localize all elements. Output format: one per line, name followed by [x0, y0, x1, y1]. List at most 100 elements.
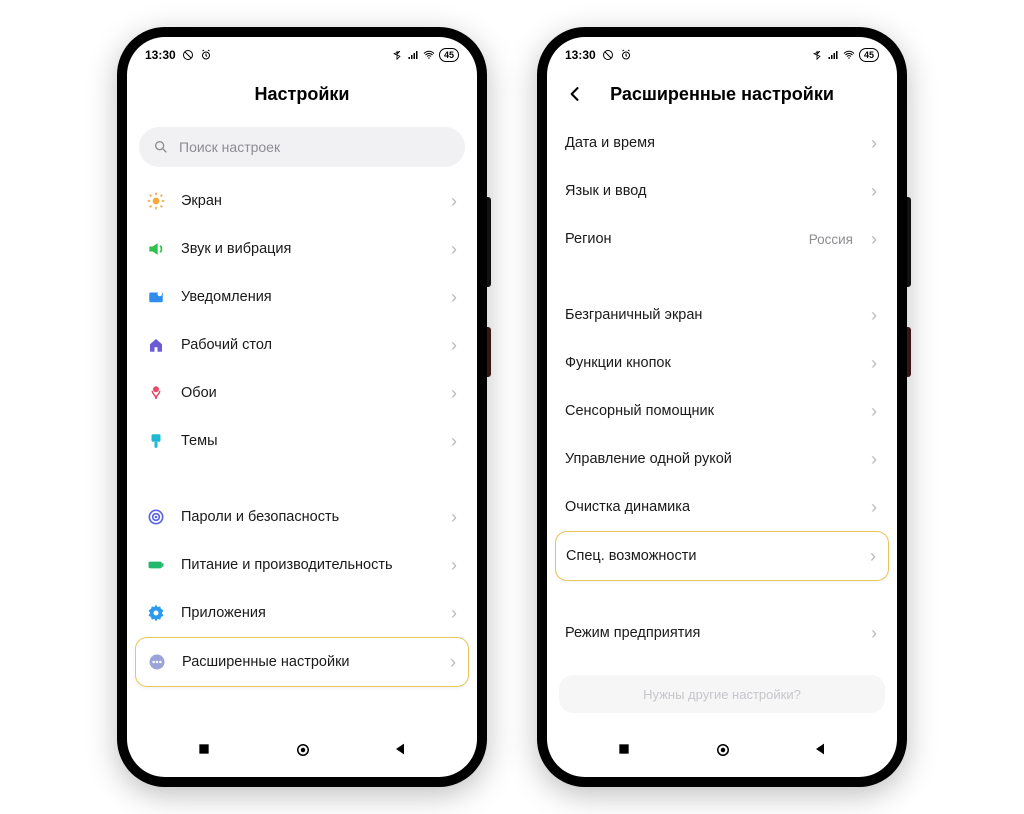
folder-icon — [145, 286, 167, 308]
row-label: Приложения — [181, 605, 437, 621]
search-placeholder: Поиск настроек — [179, 139, 280, 155]
status-right: 45 — [811, 48, 879, 62]
row-date[interactable]: Дата и время › — [555, 119, 889, 167]
content-right: Дата и время › Язык и ввод › Регион Росс… — [547, 119, 897, 727]
section-gap — [135, 465, 469, 493]
nav-recent[interactable] — [616, 741, 632, 757]
stage: 13:30 — [0, 0, 1024, 814]
row-label: Дата и время — [565, 135, 857, 151]
row-fullscreen[interactable]: Безграничный экран › — [555, 291, 889, 339]
nav-bar — [547, 727, 897, 777]
chevron-right-icon: › — [871, 354, 877, 372]
row-label: Пароли и безопасность — [181, 509, 437, 525]
chevron-right-icon: › — [451, 336, 457, 354]
page-title: Настройки — [255, 84, 350, 105]
screen-left: 13:30 — [127, 37, 477, 777]
bluetooth-icon — [391, 49, 403, 61]
fingerprint-icon — [145, 506, 167, 528]
volume-button[interactable] — [907, 197, 911, 287]
brush-icon — [145, 430, 167, 452]
signal-icon — [827, 49, 839, 61]
chevron-right-icon: › — [871, 402, 877, 420]
header: Настройки — [127, 69, 477, 119]
row-notifications[interactable]: Уведомления › — [135, 273, 469, 321]
row-buttons[interactable]: Функции кнопок › — [555, 339, 889, 387]
speaker-icon — [145, 238, 167, 260]
dots-icon — [146, 651, 168, 673]
status-time: 13:30 — [145, 48, 176, 62]
more-settings-hint[interactable]: Нужны другие настройки? — [559, 675, 885, 713]
chevron-right-icon: › — [871, 450, 877, 468]
power-button[interactable] — [487, 327, 491, 377]
volume-button[interactable] — [487, 197, 491, 287]
row-apps[interactable]: Приложения › — [135, 589, 469, 637]
header: Расширенные настройки — [547, 69, 897, 119]
phone-left: 13:30 — [117, 27, 487, 787]
row-desktop[interactable]: Рабочий стол › — [135, 321, 469, 369]
row-sound[interactable]: Звук и вибрация › — [135, 225, 469, 273]
status-left: 13:30 — [145, 48, 212, 62]
row-advanced[interactable]: Расширенные настройки › — [135, 637, 469, 687]
row-label: Рабочий стол — [181, 337, 437, 353]
row-label: Функции кнопок — [565, 355, 857, 371]
row-region[interactable]: Регион Россия › — [555, 215, 889, 263]
gear-icon — [145, 602, 167, 624]
status-left: 13:30 — [565, 48, 632, 62]
content-left: Поиск настроек Экран › Звук и вибрация › — [127, 119, 477, 727]
page-title: Расширенные настройки — [610, 84, 834, 105]
row-label: Безграничный экран — [565, 307, 857, 323]
row-label: Темы — [181, 433, 437, 449]
nav-home[interactable] — [294, 741, 310, 757]
row-value: Россия — [809, 232, 853, 247]
row-wallpaper[interactable]: Обои › — [135, 369, 469, 417]
section-gap — [555, 263, 889, 291]
chevron-right-icon: › — [871, 182, 877, 200]
chevron-right-icon: › — [451, 384, 457, 402]
nav-back[interactable] — [392, 741, 408, 757]
status-time: 13:30 — [565, 48, 596, 62]
search-box[interactable]: Поиск настроек — [139, 127, 465, 167]
row-label: Расширенные настройки — [182, 654, 436, 670]
row-label: Регион — [565, 231, 795, 247]
chevron-right-icon: › — [871, 306, 877, 324]
row-label: Спец. возможности — [566, 548, 856, 564]
chevron-right-icon: › — [871, 230, 877, 248]
sun-icon — [145, 190, 167, 212]
row-onehand[interactable]: Управление одной рукой › — [555, 435, 889, 483]
row-label: Экран — [181, 193, 437, 209]
chevron-right-icon: › — [871, 498, 877, 516]
battery-icon — [145, 554, 167, 576]
chevron-right-icon: › — [451, 240, 457, 258]
nav-recent[interactable] — [196, 741, 212, 757]
nav-home[interactable] — [714, 741, 730, 757]
chevron-right-icon: › — [871, 624, 877, 642]
row-label: Обои — [181, 385, 437, 401]
screen-right: 13:30 — [547, 37, 897, 777]
row-label: Очистка динамика — [565, 499, 857, 515]
row-speaker-clean[interactable]: Очистка динамика › — [555, 483, 889, 531]
nav-back[interactable] — [812, 741, 828, 757]
row-touch-assist[interactable]: Сенсорный помощник › — [555, 387, 889, 435]
row-enterprise[interactable]: Режим предприятия › — [555, 609, 889, 657]
row-lang[interactable]: Язык и ввод › — [555, 167, 889, 215]
row-label: Звук и вибрация — [181, 241, 437, 257]
flower-icon — [145, 382, 167, 404]
signal-icon — [407, 49, 419, 61]
home-icon — [145, 334, 167, 356]
row-power[interactable]: Питание и производительность › — [135, 541, 469, 589]
row-screen[interactable]: Экран › — [135, 177, 469, 225]
wifi-icon — [843, 49, 855, 61]
wifi-icon — [423, 49, 435, 61]
row-label: Уведомления — [181, 289, 437, 305]
power-button[interactable] — [907, 327, 911, 377]
chevron-right-icon: › — [451, 288, 457, 306]
alarm-icon — [620, 49, 632, 61]
row-accessibility[interactable]: Спец. возможности › — [555, 531, 889, 581]
row-passwords[interactable]: Пароли и безопасность › — [135, 493, 469, 541]
status-bar: 13:30 — [547, 37, 897, 69]
back-button[interactable] — [561, 80, 589, 108]
chevron-right-icon: › — [871, 134, 877, 152]
chevron-right-icon: › — [451, 556, 457, 574]
row-themes[interactable]: Темы › — [135, 417, 469, 465]
chevron-right-icon: › — [870, 547, 876, 565]
